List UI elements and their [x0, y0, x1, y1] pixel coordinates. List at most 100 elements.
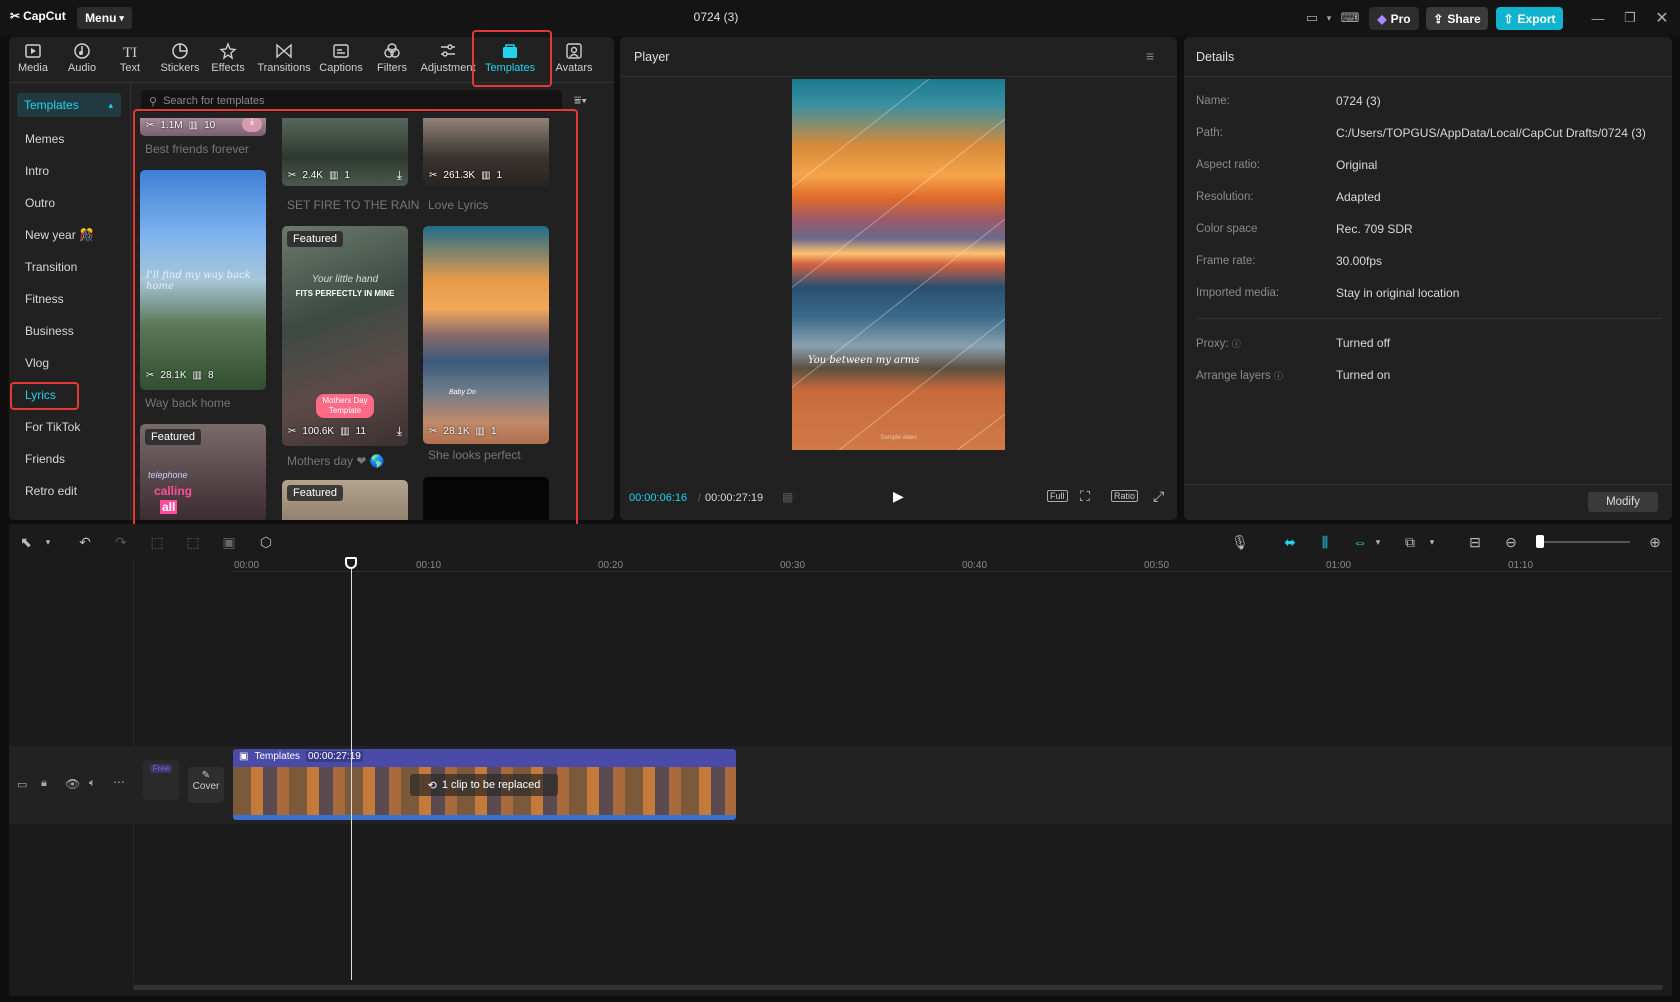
zoom-slider-track[interactable]	[1540, 541, 1630, 543]
replace-clip-label[interactable]: ⟲ 1 clip to be replaced	[410, 774, 558, 796]
lyrics-highlight	[10, 382, 79, 410]
sidebar-item-intro[interactable]: Intro	[18, 160, 124, 182]
delete-right-icon[interactable]: ▣	[219, 532, 239, 552]
linkage-icon[interactable]: ⇔	[1350, 532, 1370, 552]
delete-left-icon[interactable]: ⬚	[183, 532, 203, 552]
player-divider	[620, 76, 1177, 77]
sidebar-item-vlog[interactable]: Vlog	[18, 352, 124, 374]
text-icon: TI	[123, 45, 137, 60]
zoom-preview-icon[interactable]: ⛶	[1080, 488, 1090, 505]
tool-avatars[interactable]: Avatars	[550, 42, 598, 76]
minimize-icon[interactable]: —	[1588, 8, 1608, 28]
timeline-ruler[interactable]	[232, 558, 1672, 572]
zoom-in-icon[interactable]: ⊕	[1645, 532, 1665, 552]
player-title: Player	[634, 50, 670, 64]
detail-value: Stay in original location	[1336, 286, 1460, 300]
info-icon[interactable]: ⓘ	[1274, 371, 1283, 381]
media-icon	[25, 44, 41, 58]
chevron-down-icon[interactable]: ▾	[38, 532, 58, 552]
video-preview[interactable]: Sample video You between my arms	[792, 79, 1005, 450]
eye-icon[interactable]: 👁︎	[65, 777, 80, 791]
microphone-icon[interactable]: 🎙	[1230, 532, 1250, 552]
tool-transitions[interactable]: Transitions	[257, 42, 311, 76]
split-icon[interactable]: ⬚	[147, 532, 167, 552]
effects-icon	[219, 42, 237, 60]
details-title: Details	[1196, 50, 1235, 64]
ruler-tick: 00:40	[962, 560, 988, 571]
full-button[interactable]: Full	[1047, 490, 1068, 502]
auto-snapping-icon[interactable]: ⫼	[1315, 532, 1335, 552]
export-button[interactable]: ⇧ Export	[1496, 7, 1563, 30]
tool-adjustment[interactable]: Adjustment	[420, 42, 476, 76]
sidebar-item-for-tiktok[interactable]: For TikTok	[18, 416, 124, 438]
ruler-tick: 00:10	[416, 560, 442, 571]
chevron-down-icon[interactable]: ▾	[1422, 532, 1442, 552]
detail-label: Resolution:	[1196, 191, 1254, 203]
playhead-handle[interactable]	[345, 557, 357, 569]
audio-toggle-icon[interactable]: 🔈︎	[89, 777, 96, 790]
sidebar-item-new-year[interactable]: New year 🎊	[18, 224, 124, 246]
play-icon[interactable]: ▶	[893, 488, 904, 505]
marker-icon[interactable]: ⬡	[256, 532, 276, 552]
search-input[interactable]: Search for templates	[163, 95, 265, 107]
search-icon: ⚲	[149, 95, 158, 108]
sidebar-item-fitness[interactable]: Fitness	[18, 288, 124, 310]
restore-icon[interactable]: ❐	[1620, 8, 1640, 28]
adjustment-icon	[441, 44, 455, 57]
layout-icon[interactable]: ▭	[1300, 8, 1324, 28]
track-type-icon: ▭	[17, 779, 28, 791]
close-icon[interactable]: ✕	[1652, 8, 1672, 28]
sidebar-item-retro-edit[interactable]: Retro edit	[18, 480, 124, 502]
share-button[interactable]: ⇪ Share	[1426, 7, 1488, 30]
detail-value: Rec. 709 SDR	[1336, 222, 1413, 236]
watermark-lines	[792, 79, 1005, 450]
transitions-icon	[276, 43, 292, 59]
ratio-button[interactable]: Ratio	[1111, 490, 1139, 502]
select-tool-icon[interactable]: ⬉	[16, 532, 36, 552]
detail-label: Color space	[1196, 223, 1258, 235]
chevron-down-icon[interactable]: ▾	[1368, 532, 1388, 552]
hamburger-icon[interactable]: ≡	[1146, 48, 1154, 64]
details-panel	[1184, 37, 1672, 520]
playhead[interactable]	[351, 560, 352, 980]
tool-text[interactable]: TI Text	[105, 42, 155, 76]
sidebar-item-business[interactable]: Business	[18, 320, 124, 342]
avatars-icon	[566, 43, 582, 59]
preview-axis-icon[interactable]: ⧉	[1400, 532, 1420, 552]
info-icon[interactable]: ⓘ	[1232, 339, 1241, 349]
fit-timeline-icon[interactable]: ⊟	[1465, 532, 1485, 552]
timecode-toggle-icon[interactable]: ▦	[782, 490, 793, 504]
modify-button[interactable]: Modify	[1588, 492, 1658, 512]
sidebar-item-transition[interactable]: Transition	[18, 256, 124, 278]
zoom-out-icon[interactable]: ⊖	[1501, 532, 1521, 552]
more-icon[interactable]: ⋯	[113, 775, 125, 789]
fullscreen-icon[interactable]: ⤢	[1153, 488, 1164, 505]
redo-icon[interactable]: ↷	[111, 532, 131, 552]
timeline-scrollbar[interactable]	[133, 985, 1663, 990]
tool-audio[interactable]: Audio	[57, 42, 107, 76]
sidebar-templates-header[interactable]: Templates ▴	[17, 93, 121, 117]
tool-captions[interactable]: Captions	[316, 42, 366, 76]
tool-stickers[interactable]: Stickers	[155, 42, 205, 76]
detail-value: Turned on	[1336, 368, 1391, 382]
zoom-slider-thumb[interactable]	[1536, 535, 1544, 548]
shortcuts-icon[interactable]: ⌨	[1338, 8, 1362, 28]
details-section-divider	[1196, 318, 1662, 319]
lock-icon[interactable]: 🔒︎	[41, 777, 47, 790]
pro-button[interactable]: ◆ Pro	[1369, 7, 1419, 30]
tool-filters[interactable]: Filters	[367, 42, 417, 76]
main-track-magnet-icon[interactable]: ⬌	[1280, 532, 1300, 552]
stickers-icon	[172, 43, 188, 59]
cover-button[interactable]: ✎ Cover	[188, 767, 224, 803]
chevron-down-icon[interactable]: ▾	[1324, 8, 1334, 28]
template-clip[interactable]: ▣ Templates 00:00:27:19 ⟲ 1 clip to be repl…	[233, 749, 736, 820]
svg-text:TI: TI	[123, 45, 137, 60]
tool-effects[interactable]: Effects	[203, 42, 253, 76]
tool-media[interactable]: Media	[8, 42, 58, 76]
filter-icon[interactable]: ⩸▾	[574, 93, 587, 108]
sidebar-item-outro[interactable]: Outro	[18, 192, 124, 214]
sidebar-item-memes[interactable]: Memes	[18, 128, 124, 150]
details-footer-divider	[1184, 484, 1672, 485]
undo-icon[interactable]: ↶	[75, 532, 95, 552]
sidebar-item-friends[interactable]: Friends	[18, 448, 124, 470]
